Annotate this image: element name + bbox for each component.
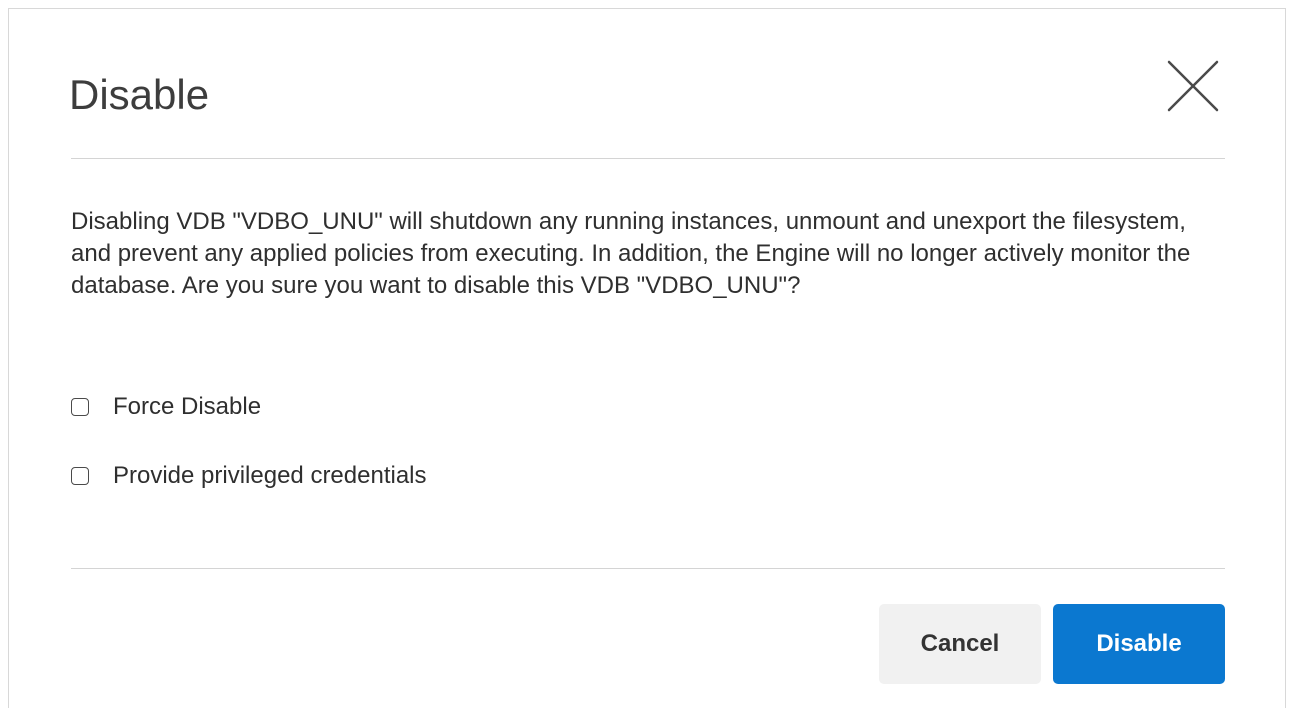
dialog-message: Disabling VDB "VDBO_UNU" will shutdown a… [71, 208, 1191, 299]
privileged-credentials-option[interactable]: Provide privileged credentials [71, 462, 427, 490]
force-disable-option[interactable]: Force Disable [71, 393, 261, 421]
privileged-credentials-checkbox[interactable] [71, 467, 89, 485]
cancel-button[interactable]: Cancel [879, 604, 1041, 684]
force-disable-checkbox[interactable] [71, 398, 89, 416]
force-disable-label[interactable]: Force Disable [113, 393, 261, 421]
disable-dialog: Disable Disabling VDB "VDBO_UNU" will sh… [8, 8, 1286, 708]
footer-divider [71, 568, 1225, 569]
close-button[interactable] [1161, 54, 1225, 118]
close-icon [1167, 60, 1219, 112]
header-divider [71, 158, 1225, 159]
disable-button[interactable]: Disable [1053, 604, 1225, 684]
dialog-title: Disable [69, 71, 210, 118]
privileged-credentials-label[interactable]: Provide privileged credentials [113, 462, 427, 490]
